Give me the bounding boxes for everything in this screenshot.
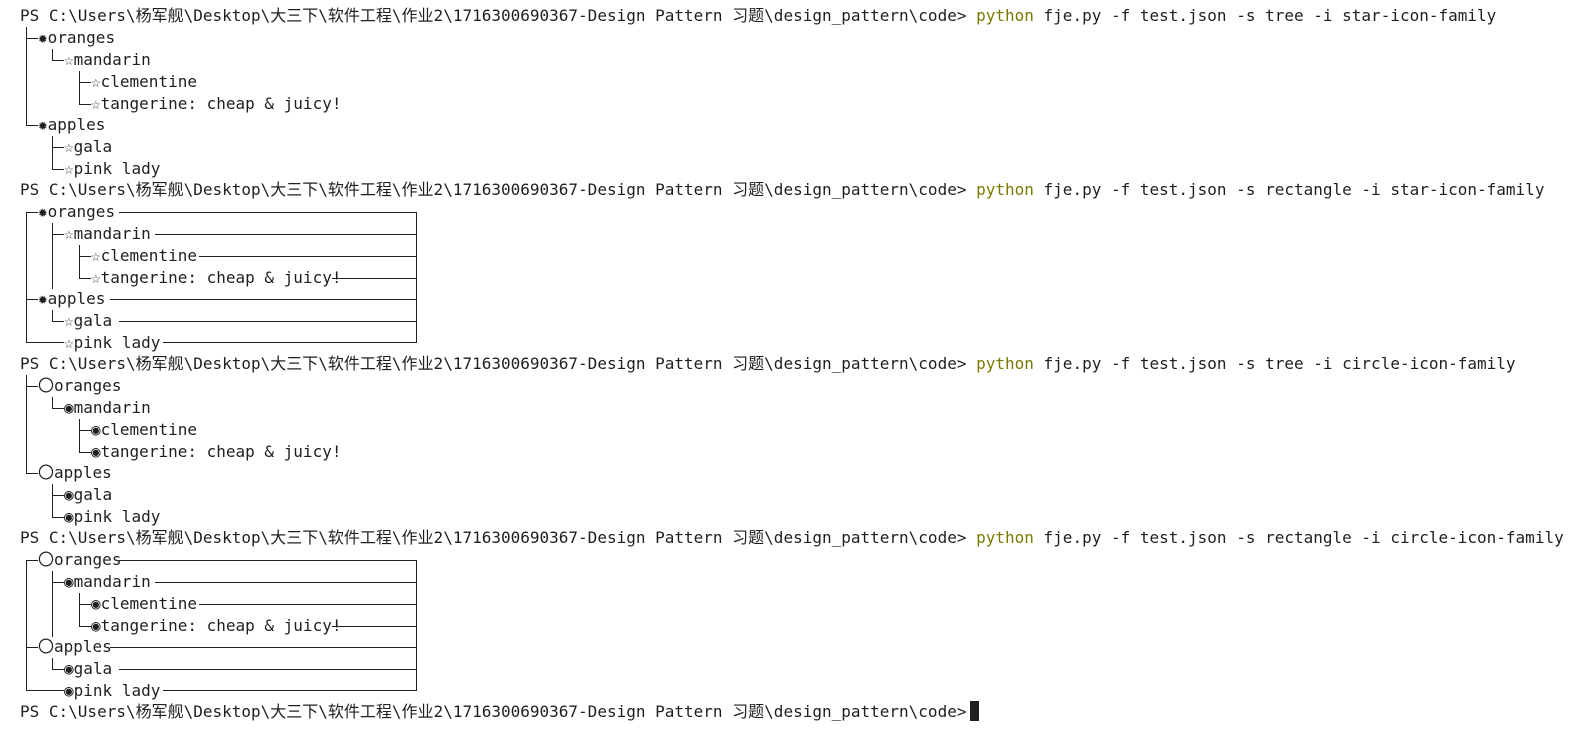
filled-circle-icon: ◉ bbox=[91, 442, 101, 461]
star-icon: ☆ bbox=[91, 72, 101, 91]
terminal-window[interactable]: ~ ~ ~ ~ ~ PS C:\Users\杨军舰\Desktop\大三下\软件… bbox=[0, 0, 1588, 734]
node-mandarin: ◉mandarin bbox=[64, 398, 151, 417]
node-mandarin: ◉mandarin bbox=[64, 572, 151, 591]
star-icon: ☆ bbox=[64, 311, 74, 330]
command-line-current[interactable]: PS C:\Users\杨军舰\Desktop\大三下\软件工程\作业2\171… bbox=[20, 701, 980, 723]
node-pink-lady: ☆pink lady bbox=[64, 159, 161, 178]
node-pink-lady: ◉pink lady bbox=[64, 507, 161, 526]
filled-circle-icon: ◉ bbox=[91, 616, 101, 635]
star-icon: ☆ bbox=[64, 50, 74, 69]
hollow-circle-icon: 〇 bbox=[38, 550, 55, 569]
node-clementine: ◉clementine bbox=[91, 594, 197, 613]
prompt: PS C:\Users\杨军舰\Desktop\大三下\软件工程\作业2\171… bbox=[20, 354, 967, 373]
command-args: fje.py -f test.json -s rectangle -i circ… bbox=[1033, 528, 1564, 547]
filled-circle-icon: ◉ bbox=[64, 659, 74, 678]
node-apples: 〇apples bbox=[38, 463, 112, 482]
node-apples: ✹apples bbox=[38, 115, 106, 134]
node-oranges: 〇oranges bbox=[38, 550, 122, 569]
text-cursor bbox=[970, 701, 980, 721]
command-args: fje.py -f test.json -s rectangle -i star… bbox=[1033, 180, 1545, 199]
filled-circle-icon: ◉ bbox=[64, 681, 74, 700]
node-gala: ☆gala bbox=[64, 311, 113, 330]
sun-star-icon: ✹ bbox=[38, 28, 48, 47]
sun-star-icon: ✹ bbox=[38, 202, 48, 221]
node-mandarin: ☆mandarin bbox=[64, 50, 151, 69]
node-tangerine: ◉tangerine: cheap & juicy! bbox=[91, 616, 342, 635]
node-gala: ◉gala bbox=[64, 659, 113, 678]
star-icon: ☆ bbox=[64, 137, 74, 156]
star-icon: ☆ bbox=[91, 268, 101, 287]
command-line-3: PS C:\Users\杨军舰\Desktop\大三下\软件工程\作业2\171… bbox=[20, 353, 1516, 375]
filled-circle-icon: ◉ bbox=[91, 420, 101, 439]
filled-circle-icon: ◉ bbox=[64, 485, 74, 504]
hollow-circle-icon: 〇 bbox=[38, 637, 55, 656]
prompt: PS C:\Users\杨军舰\Desktop\大三下\软件工程\作业2\171… bbox=[20, 180, 967, 199]
sun-star-icon: ✹ bbox=[38, 115, 48, 134]
star-icon: ☆ bbox=[64, 333, 74, 352]
clipped-previous-output: ~ ~ ~ ~ ~ bbox=[22, 0, 109, 4]
filled-circle-icon: ◉ bbox=[64, 398, 74, 417]
command-name: python bbox=[976, 528, 1034, 547]
node-gala: ◉gala bbox=[64, 485, 113, 504]
node-oranges: ✹oranges bbox=[38, 28, 116, 47]
node-clementine: ☆clementine bbox=[91, 246, 197, 265]
filled-circle-icon: ◉ bbox=[64, 572, 74, 591]
node-gala: ☆gala bbox=[64, 137, 113, 156]
node-tangerine: ☆tangerine: cheap & juicy! bbox=[91, 94, 342, 113]
node-clementine: ☆clementine bbox=[91, 72, 197, 91]
node-pink-lady: ☆pink lady bbox=[64, 333, 161, 352]
prompt: PS C:\Users\杨军舰\Desktop\大三下\软件工程\作业2\171… bbox=[20, 702, 967, 721]
command-args: fje.py -f test.json -s tree -i star-icon… bbox=[1033, 6, 1497, 25]
node-tangerine: ☆tangerine: cheap & juicy! bbox=[91, 268, 342, 287]
node-apples: ✹apples bbox=[38, 289, 106, 308]
hollow-circle-icon: 〇 bbox=[38, 463, 55, 482]
node-oranges: 〇oranges bbox=[38, 376, 122, 395]
node-oranges: ✹oranges bbox=[38, 202, 116, 221]
command-name: python bbox=[976, 6, 1034, 25]
star-icon: ☆ bbox=[91, 94, 101, 113]
command-name: python bbox=[976, 180, 1034, 199]
command-line-2: PS C:\Users\杨军舰\Desktop\大三下\软件工程\作业2\171… bbox=[20, 179, 1544, 201]
node-tangerine: ◉tangerine: cheap & juicy! bbox=[91, 442, 342, 461]
command-line-1: PS C:\Users\杨军舰\Desktop\大三下\软件工程\作业2\171… bbox=[20, 5, 1496, 27]
hollow-circle-icon: 〇 bbox=[38, 376, 55, 395]
filled-circle-icon: ◉ bbox=[91, 594, 101, 613]
star-icon: ☆ bbox=[64, 159, 74, 178]
filled-circle-icon: ◉ bbox=[64, 507, 74, 526]
sun-star-icon: ✹ bbox=[38, 289, 48, 308]
prompt: PS C:\Users\杨军舰\Desktop\大三下\软件工程\作业2\171… bbox=[20, 528, 967, 547]
node-clementine: ◉clementine bbox=[91, 420, 197, 439]
command-name: python bbox=[976, 354, 1034, 373]
command-line-4: PS C:\Users\杨军舰\Desktop\大三下\软件工程\作业2\171… bbox=[20, 527, 1564, 549]
node-mandarin: ☆mandarin bbox=[64, 224, 151, 243]
node-pink-lady: ◉pink lady bbox=[64, 681, 161, 700]
command-args: fje.py -f test.json -s tree -i circle-ic… bbox=[1033, 354, 1516, 373]
node-apples: 〇apples bbox=[38, 637, 112, 656]
star-icon: ☆ bbox=[91, 246, 101, 265]
star-icon: ☆ bbox=[64, 224, 74, 243]
prompt: PS C:\Users\杨军舰\Desktop\大三下\软件工程\作业2\171… bbox=[20, 6, 967, 25]
